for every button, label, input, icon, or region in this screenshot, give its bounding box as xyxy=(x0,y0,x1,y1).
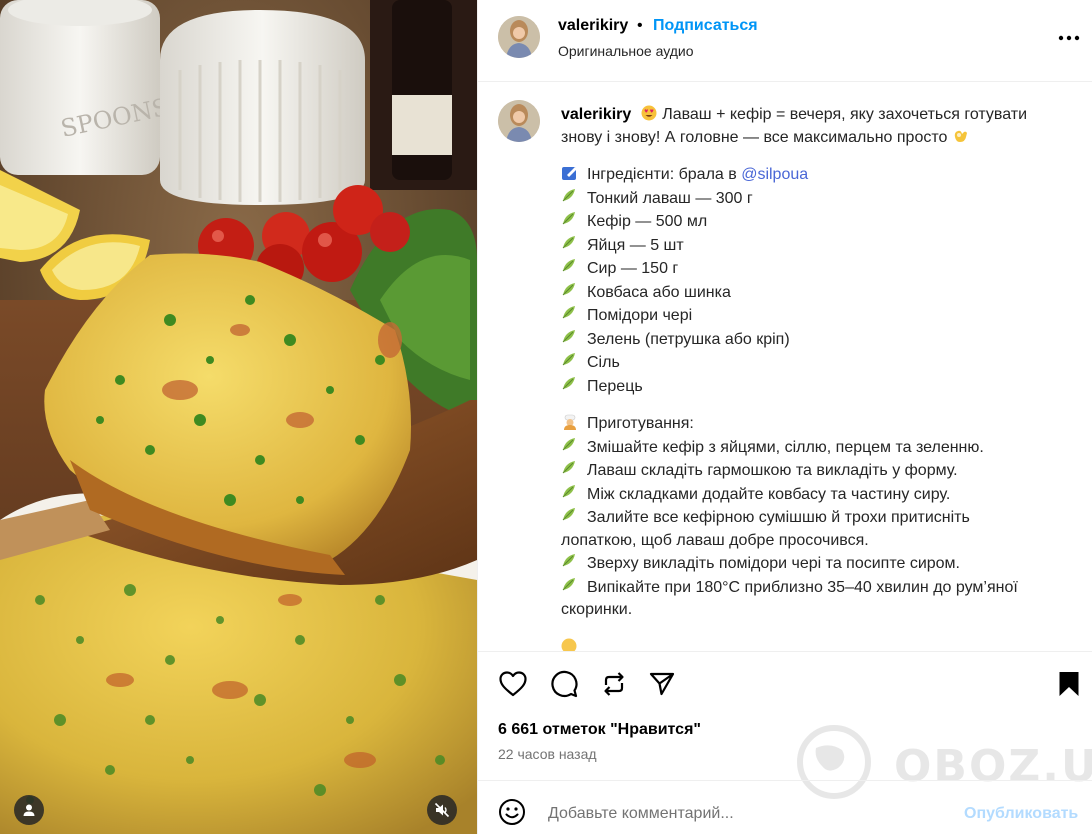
ingredient-item: Помідори чері xyxy=(561,304,1066,328)
audio-link[interactable]: Оригинальное аудио xyxy=(558,43,694,59)
bookmark-icon xyxy=(1059,672,1079,696)
ingredient-text: Кефір — 500 мл xyxy=(587,213,708,230)
heart-icon xyxy=(499,671,527,697)
step-text: Випікайте при 180°C приблизно 35–40 хвил… xyxy=(587,578,1018,596)
herb-emoji-icon xyxy=(562,306,575,319)
herb-emoji-icon xyxy=(562,554,575,567)
notepad-emoji-icon xyxy=(562,167,577,180)
ingredient-item: Тонкий лаваш — 300 г xyxy=(561,187,1066,211)
share-button[interactable] xyxy=(644,666,680,702)
steps-list: Змішайте кефір з яйцями, сіллю, перцем т… xyxy=(561,436,1066,622)
step-item: Випікайте при 180°C приблизно 35–40 хвил… xyxy=(561,576,1066,600)
more-horizontal-icon xyxy=(1058,35,1080,41)
actions-divider xyxy=(478,651,1092,652)
ingredient-text: Сіль xyxy=(587,354,620,371)
ingredient-text: Тонкий лаваш — 300 г xyxy=(587,189,753,207)
silpo-mention-link[interactable]: @silpoua xyxy=(741,166,808,183)
ingredients-list: Тонкий лаваш — 300 г Кефір — 500 мл Яйця —… xyxy=(561,187,1066,399)
repost-icon xyxy=(604,672,624,696)
step-text: Між складками додайте ковбасу та частину… xyxy=(587,485,951,503)
ok-hand-emoji-icon xyxy=(954,130,967,142)
post-media[interactable]: SPOONS xyxy=(0,0,477,834)
ingredient-item: Ковбаса або шинка xyxy=(561,281,1066,305)
emoji-picker-button[interactable] xyxy=(498,798,528,828)
herb-emoji-icon xyxy=(562,508,575,521)
repost-button[interactable] xyxy=(596,666,632,702)
ingredient-text: Зелень (петрушка або кріп) xyxy=(587,330,790,348)
caption-username[interactable]: valerikiry xyxy=(561,106,631,123)
header-separator: • xyxy=(637,17,643,34)
post-caption: valerikiry Лаваш + кефір = вечеря, яку з… xyxy=(561,104,1066,651)
herb-emoji-icon xyxy=(562,484,575,497)
ingredient-item: Сир — 150 г xyxy=(561,257,1066,281)
likes-count[interactable]: 6 661 отметок "Нравится" xyxy=(498,721,701,739)
caption-intro-line2: знову і знову! А головне — все максималь… xyxy=(561,128,952,146)
step-text: Залийте все кефірною сумішшю й трохи при… xyxy=(587,509,970,526)
ingredient-text: Перець xyxy=(587,377,643,395)
mute-button[interactable] xyxy=(427,795,457,825)
step-text: скоринки. xyxy=(561,601,633,618)
publish-comment-button[interactable]: Опубликовать xyxy=(964,805,1078,823)
herb-emoji-icon xyxy=(562,329,575,342)
tagged-users-button[interactable] xyxy=(14,795,44,825)
ingredient-text: Ковбаса або шинка xyxy=(587,283,731,301)
step-item: лопаткою, щоб лаваш добре просочився. xyxy=(561,530,1066,553)
ingredients-title: Інгредієнти: брала в xyxy=(587,166,742,183)
smile-emoji-icon xyxy=(561,638,577,651)
steps-title: Приготування: xyxy=(587,415,694,432)
step-item: Залийте все кефірною сумішшю й трохи при… xyxy=(561,506,1066,530)
follow-button[interactable]: Подписаться xyxy=(653,17,758,35)
smiley-icon xyxy=(499,799,525,825)
speaker-muted-icon xyxy=(434,802,450,818)
post-timestamp[interactable]: 22 часов назад xyxy=(498,746,597,762)
caption-intro-line1: Лаваш + кефір = вечеря, яку захочеться г… xyxy=(662,106,1028,123)
herb-emoji-icon xyxy=(562,376,575,389)
herb-emoji-icon xyxy=(562,353,575,366)
step-text: Лаваш складіть гармошкою та викладіть у … xyxy=(587,462,958,479)
comment-icon xyxy=(551,670,578,698)
more-options-button[interactable] xyxy=(1054,26,1084,50)
caption-avatar[interactable] xyxy=(498,100,540,142)
comment-input[interactable] xyxy=(548,801,938,827)
cook-emoji-icon xyxy=(564,414,576,430)
herb-emoji-icon xyxy=(562,212,575,225)
post-panel: valerikiry • Подписаться Оригинальное ау… xyxy=(477,0,1092,834)
comment-bar: Опубликовать xyxy=(478,780,1092,834)
send-icon xyxy=(649,672,675,696)
user-tag-icon xyxy=(23,804,35,816)
herb-emoji-icon xyxy=(562,282,575,295)
food-photo: SPOONS xyxy=(0,0,477,834)
ingredient-text: Помідори чері xyxy=(587,307,693,324)
caption-area[interactable]: valerikiry Лаваш + кефір = вечеря, яку з… xyxy=(478,83,1092,651)
step-item: Лаваш складіть гармошкою та викладіть у … xyxy=(561,459,1066,483)
comment-button[interactable] xyxy=(546,666,582,702)
step-item: Змішайте кефір з яйцями, сіллю, перцем т… xyxy=(561,436,1066,460)
ingredient-item: Яйця — 5 шт xyxy=(561,234,1066,258)
post-actions xyxy=(478,666,1092,706)
herb-emoji-icon xyxy=(562,461,575,474)
ingredient-item: Зелень (петрушка або кріп) xyxy=(561,328,1066,352)
step-item: скоринки. xyxy=(561,599,1066,622)
step-item: Між складками додайте ковбасу та частину… xyxy=(561,483,1066,507)
herb-emoji-icon xyxy=(562,188,575,201)
post-header: valerikiry • Подписаться Оригинальное ау… xyxy=(478,0,1092,82)
step-text: Змішайте кефір з яйцями, сіллю, перцем т… xyxy=(587,438,984,456)
header-username[interactable]: valerikiry xyxy=(558,17,628,35)
herb-emoji-icon xyxy=(562,259,575,272)
heart-eyes-emoji-icon xyxy=(641,105,657,121)
step-item: Зверху викладіть помідори чері та посипт… xyxy=(561,552,1066,576)
ingredient-item: Перець xyxy=(561,375,1066,399)
save-button[interactable] xyxy=(1051,666,1087,702)
step-text: Зверху викладіть помідори чері та посипт… xyxy=(587,555,960,572)
step-text: лопаткою, щоб лаваш добре просочився. xyxy=(561,531,869,549)
avatar[interactable] xyxy=(498,16,540,58)
herb-emoji-icon xyxy=(562,437,575,450)
ingredient-item: Кефір — 500 мл xyxy=(561,210,1066,234)
ingredient-item: Сіль xyxy=(561,351,1066,375)
ingredient-text: Яйця — 5 шт xyxy=(587,236,684,254)
like-button[interactable] xyxy=(495,666,531,702)
herb-emoji-icon xyxy=(562,577,575,590)
herb-emoji-icon xyxy=(562,235,575,248)
ingredient-text: Сир — 150 г xyxy=(587,260,679,277)
